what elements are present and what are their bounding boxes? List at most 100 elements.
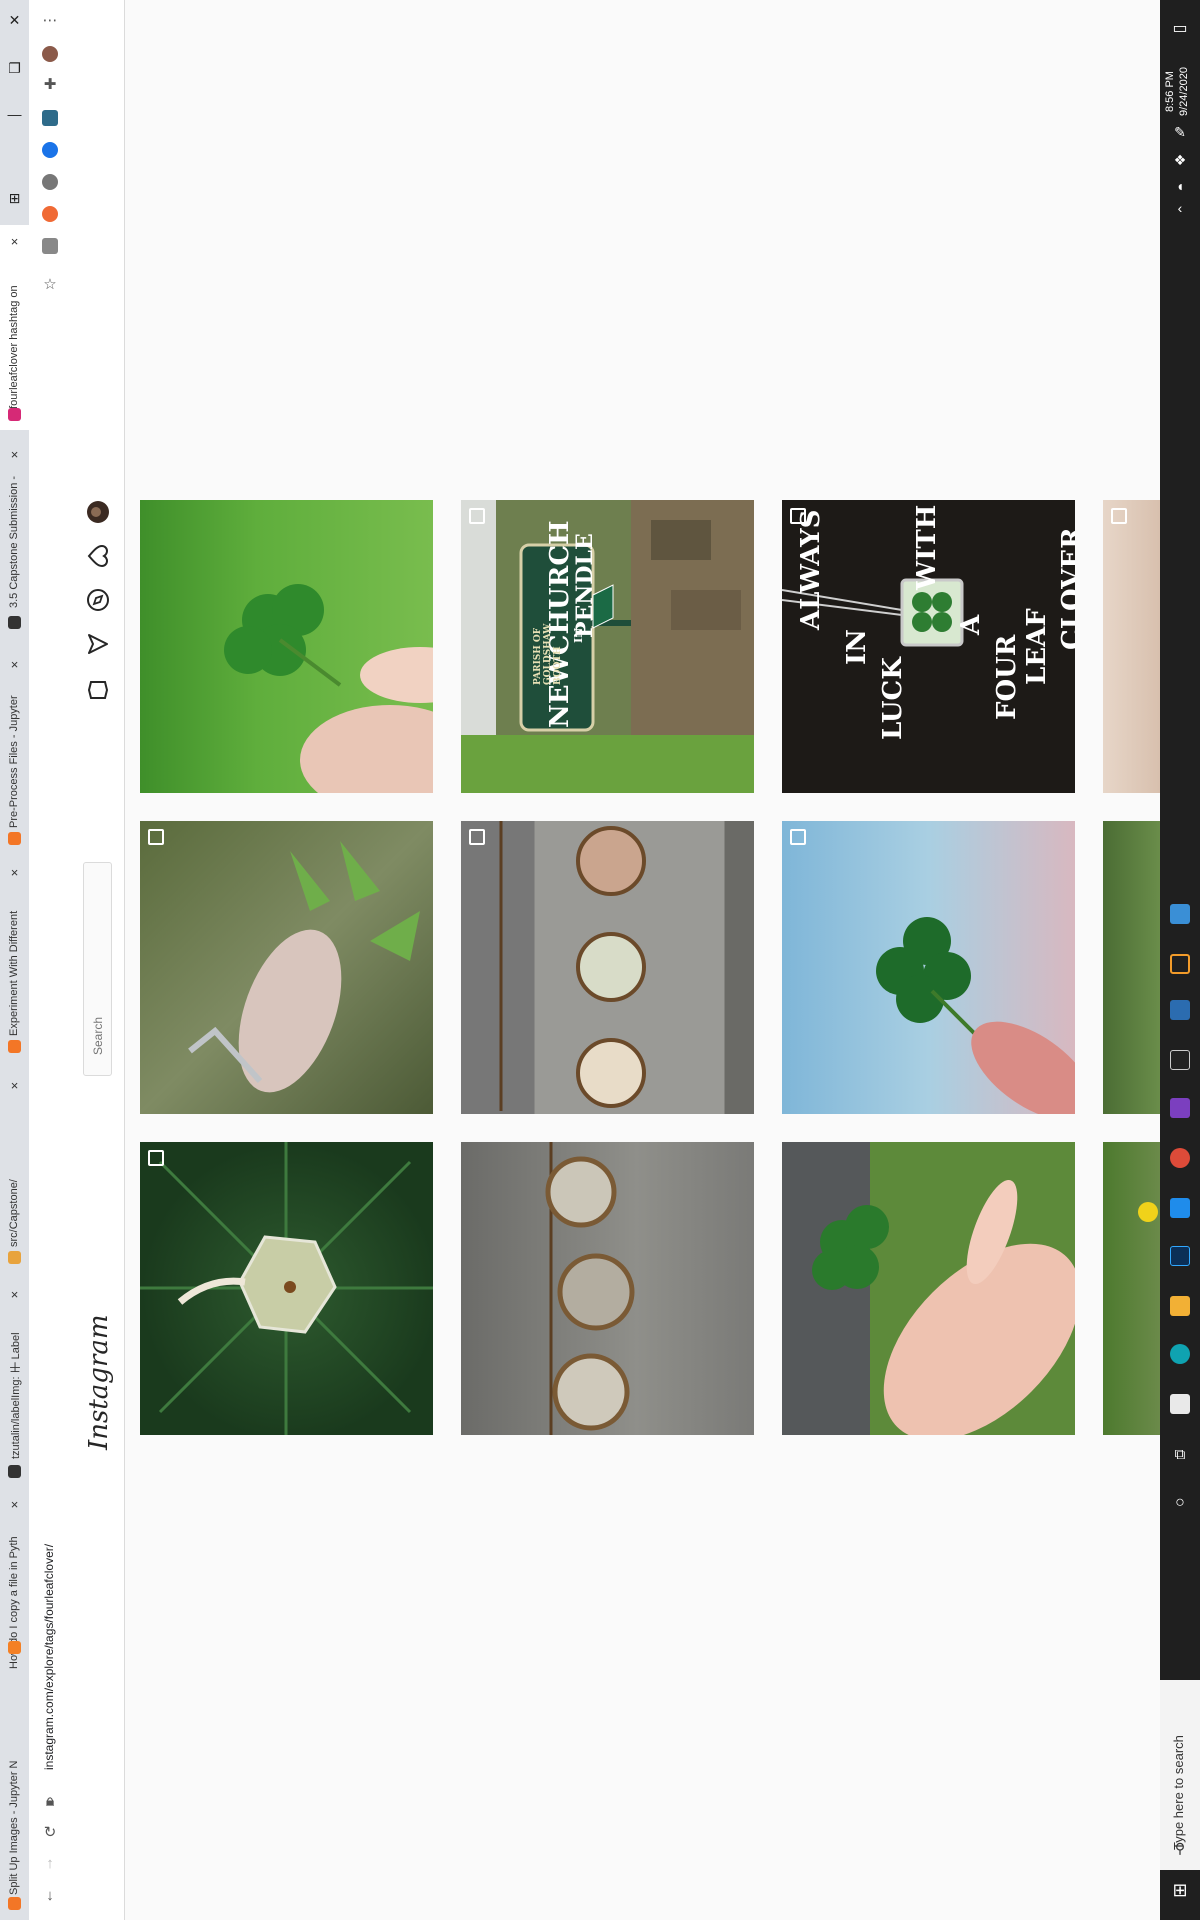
post-tile-partial[interactable] (1103, 821, 1160, 1114)
post-tile[interactable]: NEWCHURCH PARISH OF GOLDSHAW BOOTH IN PE… (461, 500, 754, 793)
mail-app-icon[interactable] (1170, 1198, 1190, 1218)
minimize-window-icon[interactable]: — (4, 104, 25, 125)
address-bar[interactable]: instagram.com/explore/tags/fourleafclove… (42, 1470, 58, 1770)
extension-icon-2[interactable] (42, 142, 58, 158)
extension-icon-1[interactable] (42, 110, 58, 126)
tab-split-images[interactable]: Split Up Images - Jupyter N (0, 1700, 29, 1920)
post-tile-partial[interactable] (1103, 500, 1160, 793)
post-tile[interactable] (782, 1142, 1075, 1435)
home-nav-icon[interactable] (86, 678, 110, 702)
task-view-icon[interactable]: ⧉ (1162, 1446, 1198, 1463)
tab-experiment[interactable]: × Experiment With Different (0, 862, 29, 1062)
tab-label: src/Capstone/ (8, 1179, 20, 1247)
outlook-app-icon[interactable] (1170, 1000, 1190, 1020)
extension-icon-3[interactable] (42, 174, 58, 190)
luck-text-line: LEAF (1022, 608, 1052, 685)
menu-icon[interactable]: ⋯ (39, 10, 61, 32)
tab-copy-file[interactable]: × How do I copy a file in Pyth (0, 1495, 29, 1695)
tab-label: #fourleafclover hashtag on (8, 285, 20, 415)
profile-avatar-icon[interactable] (42, 46, 58, 62)
onenote-app-icon[interactable] (1170, 1098, 1190, 1118)
sign-small-text: PARISH OF GOLDSHAW BOOTH (533, 623, 563, 685)
browser-toolbar: ⋯ ✚ ☆ instagram.com/explore/tags/fourlea… (29, 0, 71, 1920)
forward-icon[interactable]: ↑ (39, 1853, 61, 1875)
volume-icon[interactable]: ◖ (1162, 178, 1198, 194)
folder-favicon-icon (8, 1251, 21, 1264)
profile-avatar[interactable] (86, 500, 110, 524)
close-tab-icon[interactable]: × (8, 1498, 21, 1511)
dropbox-icon[interactable]: ❖ (1162, 152, 1198, 169)
post-tile[interactable] (140, 1142, 433, 1435)
file-explorer-app-icon[interactable] (1170, 1296, 1190, 1316)
github-favicon-icon (8, 1465, 21, 1478)
close-tab-icon[interactable]: × (8, 866, 21, 879)
photoshop-app-icon[interactable] (1170, 1246, 1190, 1266)
github-favicon-icon (8, 616, 21, 629)
tab-capstone-submission[interactable]: × 3.5 Capstone Submission - (0, 440, 29, 630)
tab-labelimg[interactable]: × tzutalin/labelImg: ⼲ Label (0, 1285, 29, 1485)
close-tab-icon[interactable]: × (8, 658, 21, 671)
newchurch-sign-photo (461, 500, 754, 793)
tab-fourleafclover[interactable]: × #fourleafclover hashtag on (0, 225, 29, 430)
close-tab-icon[interactable]: × (8, 448, 21, 461)
jupyter-favicon-icon (8, 1897, 21, 1910)
house-icon[interactable]: ⌂ (39, 1791, 61, 1813)
search-box[interactable] (83, 862, 112, 1076)
tab-label: Experiment With Different (8, 910, 20, 1036)
tab-preprocess-files[interactable]: × Pre-Process Files - Jupyter (0, 650, 29, 850)
activity-heart-icon[interactable] (86, 544, 110, 568)
carousel-indicator-icon (469, 829, 485, 845)
post-tile[interactable] (140, 821, 433, 1114)
bookmark-star-icon[interactable]: ☆ (39, 274, 61, 296)
jupyter-favicon-icon (8, 832, 21, 845)
luck-text-line: CLOVER (1057, 527, 1075, 650)
extension-icon-4[interactable] (42, 206, 58, 222)
carousel-indicator-icon (148, 1150, 164, 1166)
luck-text-line: WITH (912, 504, 942, 590)
close-window-icon[interactable]: ✕ (4, 10, 25, 31)
cortana-icon[interactable]: ○ (1162, 1494, 1198, 1512)
search-input[interactable] (84, 863, 111, 1075)
tab-strip: ✕ ❐ — ⊞ × #fourleafclover hashtag on × 3… (0, 0, 30, 1920)
notification-icon[interactable]: ▭ (1162, 18, 1198, 38)
restore-window-icon[interactable]: ❐ (4, 58, 25, 79)
carousel-indicator-icon (148, 829, 164, 845)
post-tile-partial[interactable] (1103, 1142, 1160, 1435)
post-tile[interactable] (461, 821, 754, 1114)
luck-text-line: FOUR (992, 634, 1022, 720)
post-tile[interactable] (140, 500, 433, 793)
calculator-app-icon[interactable] (1170, 904, 1190, 924)
post-tile[interactable]: ALWAYS IN LUCK WITH A FOUR LEAF CLOVER (782, 500, 1075, 793)
edge-app-icon[interactable] (1170, 1344, 1190, 1364)
carousel-indicator-icon (790, 508, 806, 524)
close-tab-icon[interactable]: × (8, 235, 21, 248)
instagram-logo[interactable]: Instagram (84, 1314, 114, 1450)
tab-search-icon[interactable]: ⊞ (4, 188, 25, 209)
direct-message-icon[interactable] (86, 632, 110, 656)
carousel-indicator-icon (1111, 508, 1127, 524)
extensions-icon[interactable]: ✚ (39, 74, 61, 96)
close-tab-icon[interactable]: × (8, 1079, 21, 1092)
taskbar-clock[interactable]: 8:56 PM 9/24/2020 (1163, 52, 1197, 132)
search-icon: ⚲ (1174, 1840, 1186, 1856)
carousel-indicator-icon (469, 508, 485, 524)
explore-compass-icon[interactable] (86, 588, 110, 612)
back-icon[interactable]: ↓ (39, 1885, 61, 1907)
store-app-icon[interactable] (1170, 1394, 1190, 1414)
tab-label: Pre-Process Files - Jupyter (8, 695, 20, 828)
windows-start-icon[interactable]: ⊞ (1162, 1880, 1198, 1901)
show-hidden-icons[interactable]: ‹ (1162, 200, 1198, 216)
tab-src-capstone[interactable]: × src/Capstone/ (0, 1075, 29, 1275)
luck-text-line: A (956, 614, 986, 635)
extension-icon-5[interactable] (42, 238, 58, 254)
post-tile[interactable] (782, 821, 1075, 1114)
terminal-app-icon[interactable] (1170, 1050, 1190, 1070)
taskbar-search-placeholder: Type here to search (1171, 1735, 1186, 1850)
close-tab-icon[interactable]: × (8, 1288, 21, 1301)
tab-label: 3.5 Capstone Submission - (8, 475, 20, 608)
chrome-app-icon[interactable] (1170, 1148, 1190, 1168)
reload-icon[interactable]: ↻ (39, 1822, 61, 1844)
pen-icon[interactable]: ✎ (1162, 124, 1198, 141)
post-tile[interactable] (461, 1142, 754, 1435)
brackets-app-icon[interactable] (1170, 954, 1190, 974)
